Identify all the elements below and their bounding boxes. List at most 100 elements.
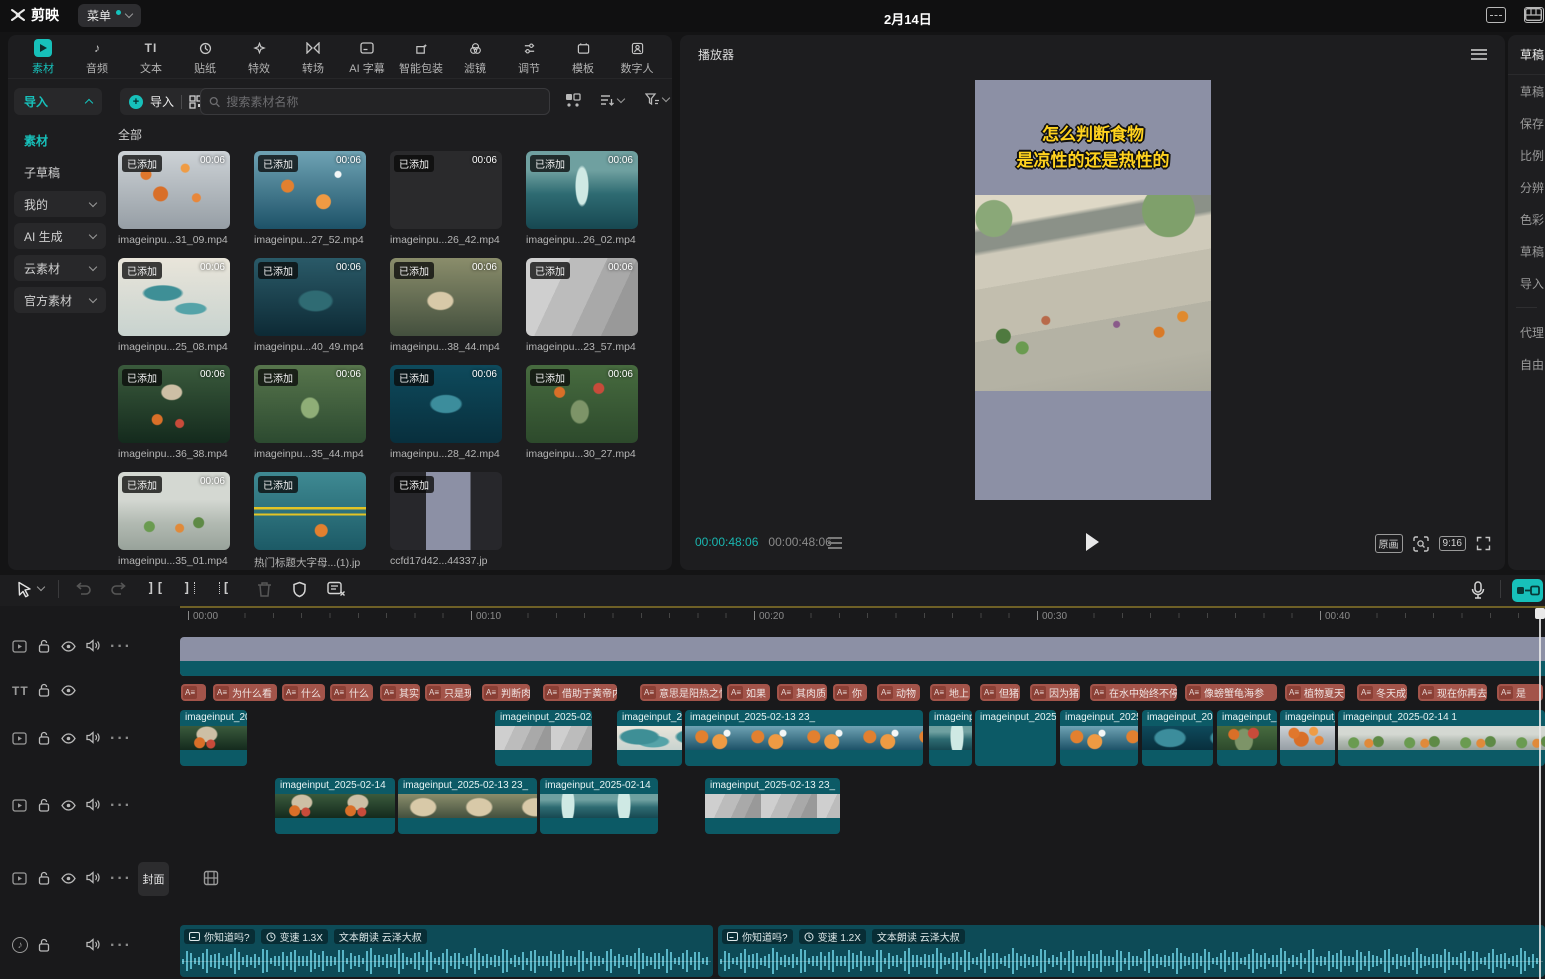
media-item[interactable]: 已添加00:06imageinpu...35_01.mp4 bbox=[118, 472, 230, 570]
text-clip[interactable]: A≡在水中始终不停 bbox=[1090, 684, 1177, 701]
media-item[interactable]: 已添加00:06imageinpu...26_42.mp4 bbox=[390, 151, 502, 246]
rail-item[interactable]: 比例 bbox=[1508, 139, 1545, 171]
speaker-icon[interactable] bbox=[86, 871, 100, 884]
playhead-handle[interactable] bbox=[1535, 608, 1545, 619]
tab-transitions[interactable]: 转场 bbox=[288, 37, 338, 76]
track-more-icon[interactable]: ··· bbox=[110, 937, 132, 955]
video-clip[interactable]: imageinput_2025-02-13 23_ bbox=[685, 710, 923, 766]
video-clip[interactable]: imageinput_2025-0 bbox=[617, 710, 682, 766]
split-keep-right-icon[interactable]: [ bbox=[219, 581, 231, 596]
aspect-ratio-badge[interactable]: 9:16 bbox=[1439, 536, 1466, 551]
tab-media[interactable]: 素材 bbox=[18, 37, 68, 76]
video-clip[interactable]: imageinp bbox=[929, 710, 972, 766]
video-clip[interactable]: imageinput_2025-0 bbox=[1060, 710, 1138, 766]
media-item[interactable]: 已添加00:06imageinpu...36_38.mp4 bbox=[118, 365, 230, 460]
text-clip[interactable]: A≡植物夏天 bbox=[1285, 684, 1345, 701]
text-clip[interactable]: A≡ bbox=[181, 684, 206, 701]
player-menu-icon[interactable] bbox=[1471, 49, 1487, 60]
record-voiceover-icon[interactable] bbox=[1471, 581, 1485, 600]
media-item[interactable]: 已添加00:06imageinpu...23_57.mp4 bbox=[526, 258, 638, 353]
delete-icon[interactable] bbox=[257, 581, 272, 598]
media-item[interactable]: 已添加00:06imageinpu...25_08.mp4 bbox=[118, 258, 230, 353]
search-input[interactable] bbox=[226, 95, 541, 109]
lock-icon[interactable] bbox=[38, 871, 50, 885]
tab-effects[interactable]: 特效 bbox=[234, 37, 284, 76]
media-item[interactable]: 已添加00:06imageinpu...35_44.mp4 bbox=[254, 365, 366, 460]
focus-zoom-icon[interactable] bbox=[1413, 536, 1429, 552]
lock-icon[interactable] bbox=[38, 639, 50, 653]
text-clip[interactable]: A≡什么 bbox=[330, 684, 373, 701]
text-clip[interactable]: A≡其实 bbox=[380, 684, 420, 701]
visibility-eye-icon[interactable] bbox=[61, 733, 76, 744]
film-clip-icon[interactable] bbox=[203, 870, 219, 886]
tab-digital-human[interactable]: 数字人 bbox=[612, 37, 662, 76]
media-item[interactable]: 已添加00:06imageinpu...31_09.mp4 bbox=[118, 151, 230, 246]
text-clip[interactable]: A≡如果 bbox=[727, 684, 770, 701]
text-clip[interactable]: A≡为什么看 bbox=[213, 684, 277, 701]
text-clip[interactable]: A≡你 bbox=[833, 684, 867, 701]
rail-item[interactable]: 代理 bbox=[1508, 316, 1545, 348]
visibility-eye-icon[interactable] bbox=[61, 873, 76, 884]
timeline-ruler[interactable]: 00:00 00:10 00:20 00:30 00:40 bbox=[180, 608, 1545, 628]
video-clip[interactable]: imageinput_2 bbox=[1280, 710, 1335, 766]
export-screen-icon[interactable] bbox=[1486, 7, 1506, 23]
tab-adjust[interactable]: 调节 bbox=[504, 37, 554, 76]
rail-item[interactable]: 色彩 bbox=[1508, 203, 1545, 235]
media-item[interactable]: 已添加00:06imageinpu...27_52.mp4 bbox=[254, 151, 366, 246]
video-preview[interactable]: 怎么判断食物 是凉性的还是热性的 bbox=[975, 80, 1211, 500]
speaker-icon[interactable] bbox=[86, 731, 100, 744]
tab-text[interactable]: TI文本 bbox=[126, 37, 176, 76]
text-clip[interactable]: A≡是 bbox=[1497, 684, 1543, 701]
rail-item[interactable]: 分辨 bbox=[1508, 171, 1545, 203]
rail-item[interactable]: 草稿 bbox=[1508, 235, 1545, 267]
tab-sticker[interactable]: 贴纸 bbox=[180, 37, 230, 76]
grid-view-icon[interactable] bbox=[565, 93, 581, 109]
audio-clip[interactable]: 你知道吗? 变速 1.3X 文本朗读 云泽大叔 bbox=[180, 925, 713, 977]
text-clip[interactable]: A≡借助于黄帝内经 bbox=[543, 684, 617, 701]
track-more-icon[interactable]: ··· bbox=[110, 797, 132, 815]
visibility-eye-icon[interactable] bbox=[61, 800, 76, 811]
split-icon[interactable]: ][ bbox=[147, 581, 165, 596]
nav-sub-draft[interactable]: 子草稿 bbox=[14, 159, 106, 185]
video-clip[interactable]: imageinput_2025- bbox=[180, 710, 247, 766]
media-item[interactable]: 已添加00:06imageinpu...28_42.mp4 bbox=[390, 365, 502, 460]
cover-button[interactable]: 封面 bbox=[138, 862, 169, 896]
video-clip[interactable]: imageinput_2025-02-14 bbox=[275, 778, 395, 834]
text-clip[interactable]: A≡因为猪 bbox=[1030, 684, 1080, 701]
rail-item[interactable]: 草稿 bbox=[1508, 75, 1545, 107]
tab-smart-pack[interactable]: 智能包装 bbox=[396, 37, 446, 76]
import-button[interactable]: + 导入 bbox=[120, 88, 212, 115]
redo-icon[interactable] bbox=[110, 581, 128, 598]
mask-shield-icon[interactable] bbox=[292, 581, 307, 598]
nav-ai-generated[interactable]: AI 生成 bbox=[14, 223, 106, 249]
tab-filters[interactable]: 滤镜 bbox=[450, 37, 500, 76]
text-clip[interactable]: A≡只是现 bbox=[425, 684, 471, 701]
media-item[interactable]: 已添加ccfd17d42...44337.jp bbox=[390, 472, 502, 570]
track-more-icon[interactable]: ··· bbox=[110, 730, 132, 748]
speaker-icon[interactable] bbox=[86, 639, 100, 652]
audio-clip[interactable]: 你知道吗? 变速 1.2X 文本朗读 云泽大叔 bbox=[718, 925, 1545, 977]
lock-icon[interactable] bbox=[38, 731, 50, 745]
video-clip[interactable]: imageinput_2025-02-13 23_ bbox=[705, 778, 840, 834]
media-item[interactable]: 已添加00:06imageinpu...26_02.mp4 bbox=[526, 151, 638, 246]
frame-list-icon[interactable] bbox=[828, 537, 842, 549]
text-clip[interactable]: A≡判断肉 bbox=[482, 684, 530, 701]
text-clip[interactable]: A≡但猪 bbox=[980, 684, 1020, 701]
rail-item[interactable]: 自由 bbox=[1508, 348, 1545, 380]
video-clip[interactable]: imageinput_2025-02-14 1 bbox=[1338, 710, 1545, 766]
text-clip[interactable]: A≡现在你再去 bbox=[1418, 684, 1487, 701]
tab-audio[interactable]: ♪音频 bbox=[72, 37, 122, 76]
text-clip[interactable]: A≡其肉质 bbox=[777, 684, 827, 701]
fullscreen-icon[interactable] bbox=[1476, 536, 1491, 551]
nav-cloud-material[interactable]: 云素材 bbox=[14, 255, 106, 281]
media-item[interactable]: 已添加00:06imageinpu...38_44.mp4 bbox=[390, 258, 502, 353]
track-more-icon[interactable]: ··· bbox=[110, 870, 132, 888]
text-clip[interactable]: A≡冬天成熟 bbox=[1357, 684, 1407, 701]
media-item[interactable]: 已添加00:06imageinpu...40_49.mp4 bbox=[254, 258, 366, 353]
quality-badge[interactable]: 原画 bbox=[1375, 534, 1403, 553]
filter-button[interactable] bbox=[645, 93, 669, 106]
split-keep-left-icon[interactable]: ] bbox=[183, 581, 195, 596]
undo-icon[interactable] bbox=[74, 581, 92, 598]
video-clip[interactable]: imageinput_2025-02-14 bbox=[540, 778, 658, 834]
sort-button[interactable] bbox=[600, 93, 624, 107]
